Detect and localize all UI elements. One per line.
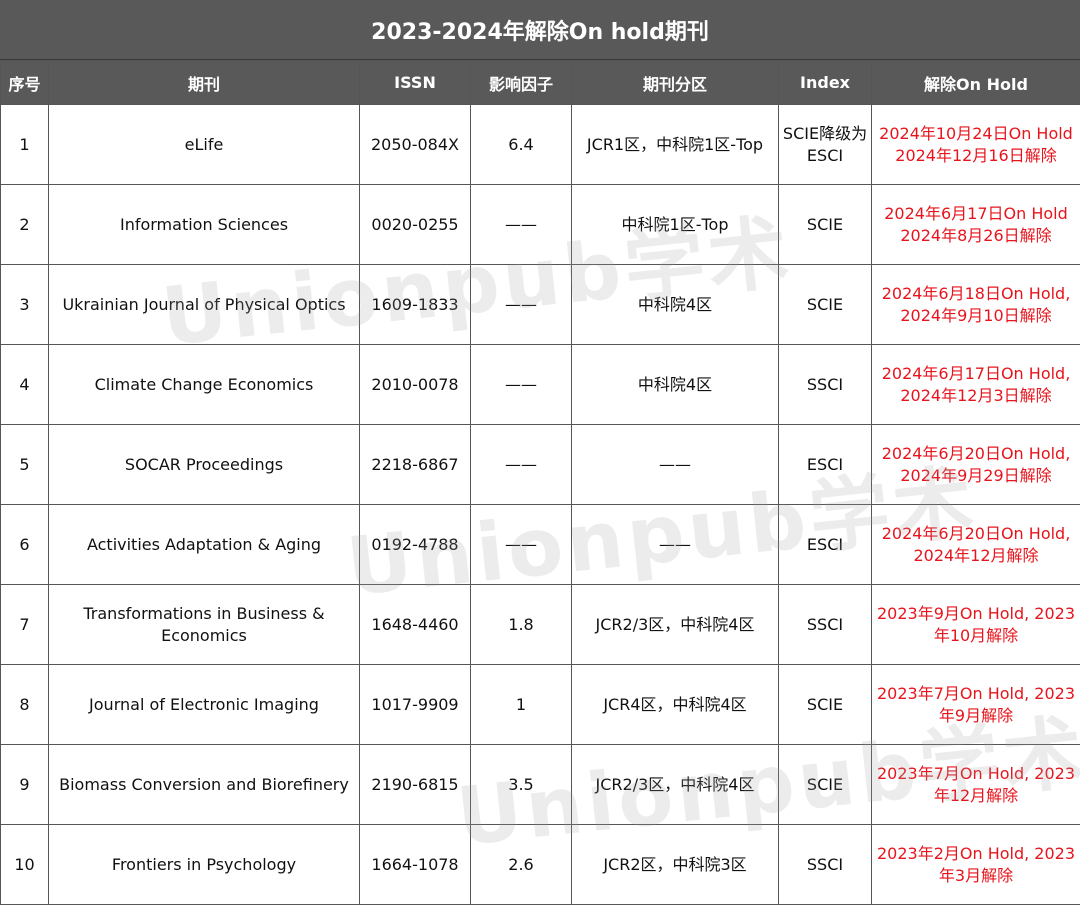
cell-zone: 中科院4区 <box>572 345 779 425</box>
cell-impact-factor: —— <box>471 425 572 505</box>
cell-hold: 2024年6月17日On Hold, 2024年12月3日解除 <box>872 345 1080 425</box>
cell-issn: 1609-1833 <box>360 265 471 345</box>
cell-zone: —— <box>572 505 779 585</box>
cell-impact-factor: —— <box>471 185 572 265</box>
cell-index: ESCI <box>779 505 872 585</box>
header-journal: 期刊 <box>49 61 360 105</box>
cell-issn: 1664-1078 <box>360 825 471 905</box>
table-row: 5 SOCAR Proceedings 2218-6867 —— —— ESCI… <box>1 425 1080 505</box>
cell-issn: 2218-6867 <box>360 425 471 505</box>
cell-index: SCIE <box>779 265 872 345</box>
cell-impact-factor: —— <box>471 505 572 585</box>
cell-zone: JCR1区，中科院1区-Top <box>572 105 779 185</box>
cell-impact-factor: 3.5 <box>471 745 572 825</box>
table-row: 1 eLife 2050-084X 6.4 JCR1区，中科院1区-Top SC… <box>1 105 1080 185</box>
cell-zone: JCR4区，中科院4区 <box>572 665 779 745</box>
cell-no: 5 <box>1 425 49 505</box>
cell-journal: Transformations in Business & Economics <box>49 585 360 665</box>
cell-hold: 2023年9月On Hold, 2023年10月解除 <box>872 585 1080 665</box>
cell-issn: 0192-4788 <box>360 505 471 585</box>
cell-hold: 2024年6月18日On Hold, 2024年9月10日解除 <box>872 265 1080 345</box>
header-impact-factor: 影响因子 <box>471 61 572 105</box>
table-row: 10 Frontiers in Psychology 1664-1078 2.6… <box>1 825 1080 905</box>
cell-index: SSCI <box>779 825 872 905</box>
cell-impact-factor: —— <box>471 345 572 425</box>
cell-journal: eLife <box>49 105 360 185</box>
table-row: 7 Transformations in Business & Economic… <box>1 585 1080 665</box>
cell-hold: 2023年2月On Hold, 2023年3月解除 <box>872 825 1080 905</box>
cell-impact-factor: 2.6 <box>471 825 572 905</box>
header-zone: 期刊分区 <box>572 61 779 105</box>
cell-journal: Climate Change Economics <box>49 345 360 425</box>
header-issn: ISSN <box>360 61 471 105</box>
cell-zone: JCR2区，中科院3区 <box>572 825 779 905</box>
cell-no: 4 <box>1 345 49 425</box>
page-title: 2023-2024年解除On hold期刊 <box>0 0 1080 60</box>
cell-hold: 2023年7月On Hold, 2023年12月解除 <box>872 745 1080 825</box>
cell-journal: Frontiers in Psychology <box>49 825 360 905</box>
cell-no: 9 <box>1 745 49 825</box>
cell-zone: —— <box>572 425 779 505</box>
cell-journal: Journal of Electronic Imaging <box>49 665 360 745</box>
cell-no: 7 <box>1 585 49 665</box>
cell-hold: 2024年6月20日On Hold, 2024年9月29日解除 <box>872 425 1080 505</box>
cell-hold: 2024年6月17日On Hold 2024年8月26日解除 <box>872 185 1080 265</box>
cell-index: SCIE <box>779 745 872 825</box>
cell-impact-factor: 1 <box>471 665 572 745</box>
cell-issn: 2050-084X <box>360 105 471 185</box>
cell-journal: Activities Adaptation & Aging <box>49 505 360 585</box>
table-row: 8 Journal of Electronic Imaging 1017-990… <box>1 665 1080 745</box>
cell-impact-factor: —— <box>471 265 572 345</box>
header-no: 序号 <box>1 61 49 105</box>
cell-issn: 1648-4460 <box>360 585 471 665</box>
cell-issn: 2010-0078 <box>360 345 471 425</box>
cell-index: SCIE <box>779 185 872 265</box>
cell-journal: Biomass Conversion and Biorefinery <box>49 745 360 825</box>
table-row: 2 Information Sciences 0020-0255 —— 中科院1… <box>1 185 1080 265</box>
cell-no: 6 <box>1 505 49 585</box>
cell-zone: 中科院1区-Top <box>572 185 779 265</box>
header-row: 序号 期刊 ISSN 影响因子 期刊分区 Index 解除On Hold <box>1 61 1080 105</box>
table-row: 9 Biomass Conversion and Biorefinery 219… <box>1 745 1080 825</box>
cell-no: 3 <box>1 265 49 345</box>
cell-journal: Ukrainian Journal of Physical Optics <box>49 265 360 345</box>
cell-issn: 0020-0255 <box>360 185 471 265</box>
cell-journal: Information Sciences <box>49 185 360 265</box>
header-hold: 解除On Hold <box>872 61 1080 105</box>
cell-index: SCIE <box>779 665 872 745</box>
table-row: 6 Activities Adaptation & Aging 0192-478… <box>1 505 1080 585</box>
cell-no: 10 <box>1 825 49 905</box>
cell-index: SSCI <box>779 585 872 665</box>
cell-hold: 2024年6月20日On Hold, 2024年12月解除 <box>872 505 1080 585</box>
cell-index: ESCI <box>779 425 872 505</box>
cell-index: SSCI <box>779 345 872 425</box>
table-row: 3 Ukrainian Journal of Physical Optics 1… <box>1 265 1080 345</box>
cell-impact-factor: 6.4 <box>471 105 572 185</box>
cell-zone: JCR2/3区，中科院4区 <box>572 585 779 665</box>
cell-impact-factor: 1.8 <box>471 585 572 665</box>
journal-table: 序号 期刊 ISSN 影响因子 期刊分区 Index 解除On Hold 1 e… <box>0 60 1080 905</box>
cell-zone: 中科院4区 <box>572 265 779 345</box>
header-index: Index <box>779 61 872 105</box>
cell-hold: 2024年10月24日On Hold 2024年12月16日解除 <box>872 105 1080 185</box>
cell-no: 8 <box>1 665 49 745</box>
cell-issn: 2190-6815 <box>360 745 471 825</box>
table-row: 4 Climate Change Economics 2010-0078 —— … <box>1 345 1080 425</box>
cell-no: 2 <box>1 185 49 265</box>
cell-hold: 2023年7月On Hold, 2023年9月解除 <box>872 665 1080 745</box>
cell-issn: 1017-9909 <box>360 665 471 745</box>
cell-index: SCIE降级为ESCI <box>779 105 872 185</box>
cell-journal: SOCAR Proceedings <box>49 425 360 505</box>
cell-no: 1 <box>1 105 49 185</box>
cell-zone: JCR2/3区，中科院4区 <box>572 745 779 825</box>
